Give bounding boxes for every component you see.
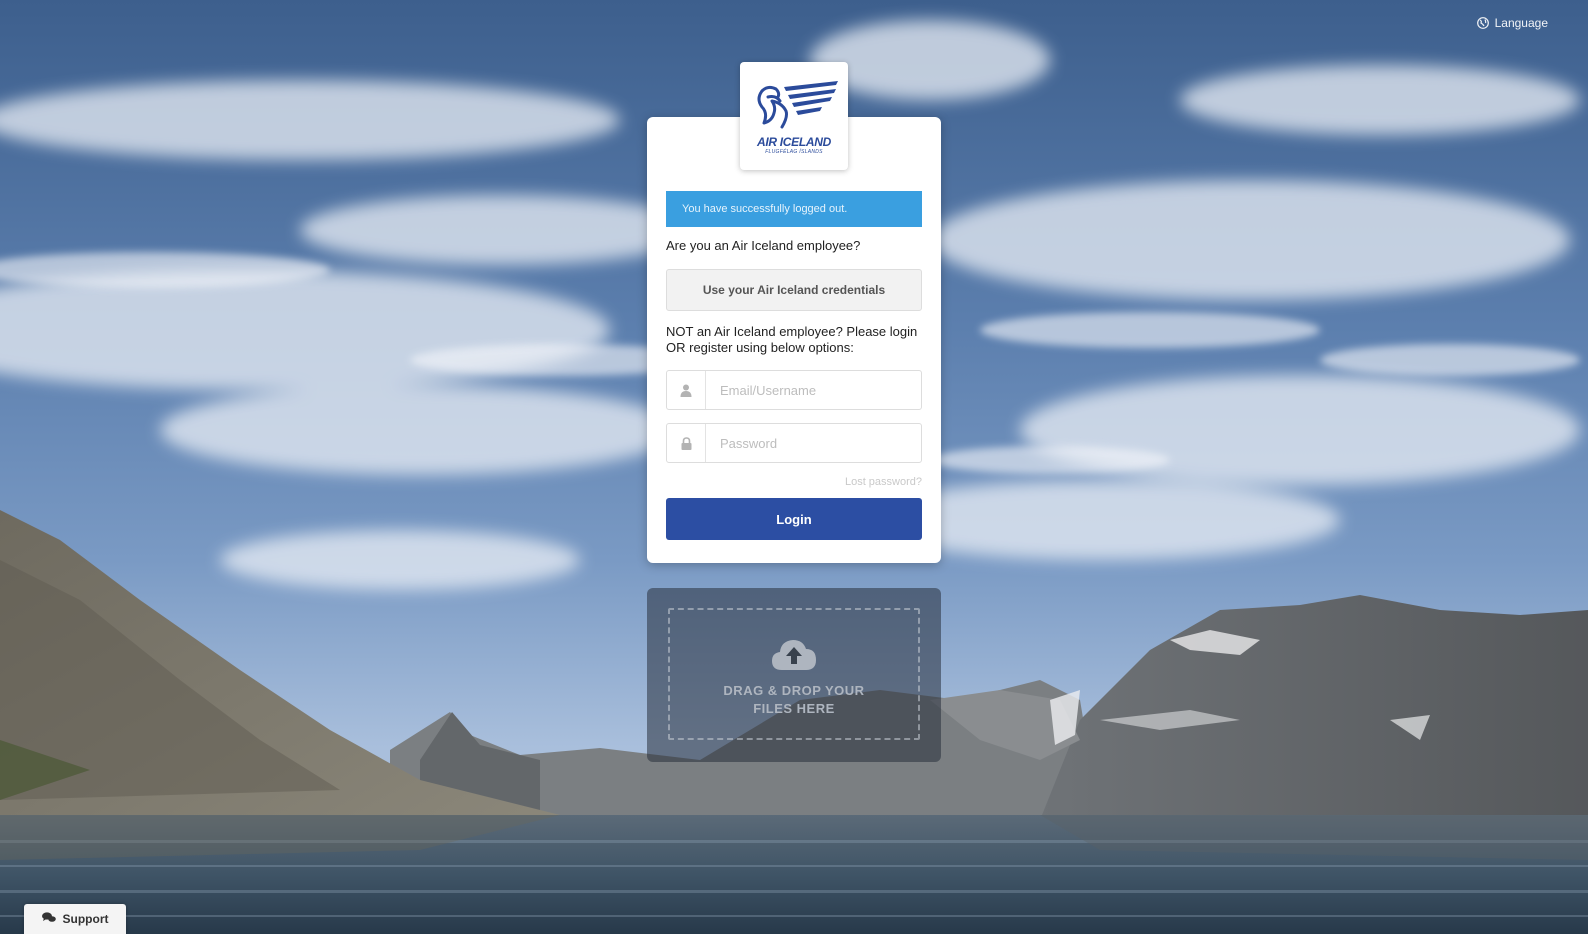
password-input[interactable]	[706, 424, 921, 462]
login-card: You have successfully logged out. Are yo…	[647, 117, 941, 563]
file-dropzone[interactable]: DRAG & DROP YOUR FILES HERE	[647, 588, 941, 762]
login-button[interactable]: Login	[666, 498, 922, 540]
language-label: Language	[1494, 16, 1548, 30]
logout-alert: You have successfully logged out.	[666, 191, 922, 227]
logo-subtitle: FLUGFÉLAG ÍSLANDS	[765, 149, 823, 155]
email-field	[666, 370, 922, 410]
email-input[interactable]	[706, 371, 921, 409]
dropzone-line-1: DRAG & DROP YOUR	[723, 683, 865, 698]
dropzone-text: DRAG & DROP YOUR FILES HERE	[647, 682, 941, 718]
pegasus-icon	[757, 81, 838, 129]
dropzone-line-2: FILES HERE	[753, 701, 835, 716]
lock-icon	[667, 424, 706, 462]
globe-icon	[1476, 17, 1489, 29]
employee-question: Are you an Air Iceland employee?	[666, 238, 861, 253]
cloud-upload-icon	[771, 636, 817, 677]
non-employee-text: NOT an Air Iceland employee? Please logi…	[666, 324, 918, 355]
support-label: Support	[62, 912, 109, 926]
lost-password-link[interactable]: Lost password?	[845, 476, 922, 488]
air-iceland-logo: AIR ICELAND FLUGFÉLAG ÍSLANDS	[740, 62, 848, 170]
support-button[interactable]: Support	[24, 904, 126, 934]
language-selector[interactable]: Language	[1476, 16, 1548, 30]
chat-bubbles-icon	[41, 912, 56, 926]
sso-credentials-button[interactable]: Use your Air Iceland credentials	[666, 269, 922, 311]
password-field	[666, 423, 922, 463]
logo-name: AIR ICELAND	[756, 135, 832, 149]
user-icon	[667, 371, 706, 409]
